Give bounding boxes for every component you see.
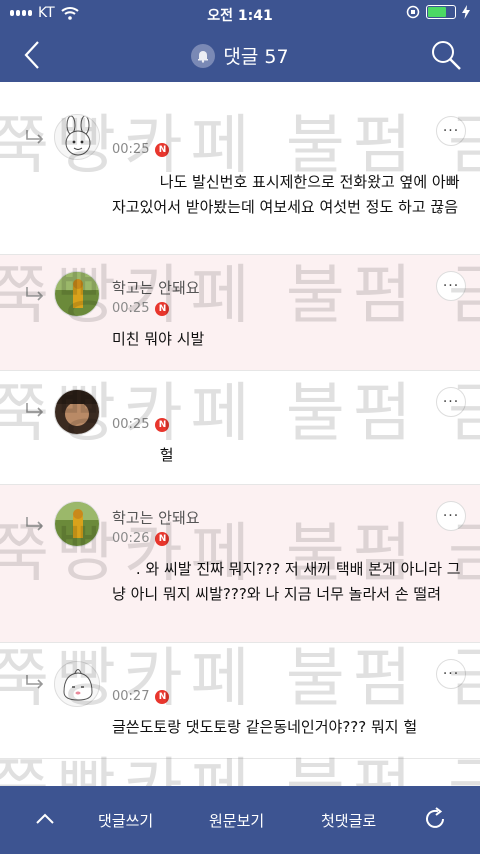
comment-author[interactable]: 학고는 안돼요 [112, 277, 200, 298]
comment-meta: 00:25 N [112, 142, 170, 157]
status-bar: KT 오전 1:41 [0, 0, 480, 28]
comment-text: 나도 발신번호 표시제한으로 전화왔고 옆에 아빠 자고있어서 받아봤는데 여보… [112, 173, 465, 216]
new-badge: N [155, 417, 170, 432]
comment-time: 00:25 [112, 142, 150, 157]
avatar[interactable] [54, 389, 100, 435]
comment-author[interactable]: 학고는 안돼요 [112, 507, 200, 528]
more-options-button[interactable]: ··· [436, 501, 466, 531]
comment-meta: 00:25 N [112, 417, 170, 432]
reply-arrow-icon [26, 517, 44, 531]
refresh-icon[interactable] [422, 806, 448, 832]
bottom-toolbar: 댓글쓰기 원문보기 첫댓글로 [0, 786, 480, 854]
more-options-button[interactable]: ··· [436, 387, 466, 417]
page-title: 댓글 57 [223, 46, 289, 68]
comment-meta: 00:25 N [112, 301, 170, 316]
new-badge: N [155, 689, 170, 704]
avatar[interactable] [54, 114, 100, 160]
comment-time: 00:25 [112, 301, 150, 316]
top-navigation-bar: 댓글 57 [0, 28, 480, 82]
new-badge: N [155, 142, 170, 157]
comment-text: . 와 씨발 진짜 뭐지??? 저 새끼 택배 본게 아니라 그냥 아니 뭐지 … [112, 560, 461, 603]
comment-time: 00:27 [112, 689, 150, 704]
avatar[interactable] [54, 661, 100, 707]
comment-time: 00:25 [112, 417, 150, 432]
comment-item: 학고는 안돼요 00:26 N . 와 씨발 진짜 뭐지??? 저 새끼 택배 … [0, 485, 480, 643]
header-title-group: 댓글 57 [0, 42, 480, 69]
comment-item: 학고는 안돼요 00:25 N 미친 뭐야 시발 ··· [0, 255, 480, 371]
avatar[interactable] [54, 501, 100, 547]
view-original-button[interactable]: 원문보기 [209, 810, 264, 831]
comment-meta: 00:26 N [112, 531, 170, 546]
comment-list[interactable]: 00:25 N 나도 발신번호 표시제한으로 전화왔고 옆에 아빠 자고있어서 … [0, 82, 480, 786]
search-icon[interactable] [430, 39, 462, 71]
reply-arrow-icon [26, 675, 44, 689]
first-comment-button[interactable]: 첫댓글로 [321, 810, 376, 831]
scroll-up-icon[interactable] [34, 808, 56, 830]
more-options-button[interactable]: ··· [436, 116, 466, 146]
reply-arrow-icon [26, 287, 44, 301]
comment-text: 글쓴도토랑 댓도토랑 같은동네인거야??? 뭐지 헐 [112, 718, 418, 736]
reply-arrow-icon [26, 403, 44, 417]
write-comment-button[interactable]: 댓글쓰기 [98, 810, 153, 831]
charging-icon [462, 5, 470, 19]
battery-icon [426, 5, 456, 19]
new-badge: N [155, 531, 170, 546]
reply-arrow-icon [26, 130, 44, 144]
comment-text: 헐 [112, 446, 174, 464]
more-options-button[interactable]: ··· [436, 271, 466, 301]
avatar[interactable] [54, 271, 100, 317]
comment-item: 00:27 N 글쓴도토랑 댓도토랑 같은동네인거야??? 뭐지 헐 ··· [0, 643, 480, 759]
bell-icon[interactable] [191, 43, 216, 68]
comment-item: 00:25 N 나도 발신번호 표시제한으로 전화왔고 옆에 아빠 자고있어서 … [0, 100, 480, 255]
comment-text: 미친 뭐야 시발 [112, 330, 205, 348]
comment-time: 00:26 [112, 531, 150, 546]
new-badge: N [155, 301, 170, 316]
status-right [406, 5, 470, 19]
orientation-lock-icon [406, 5, 420, 19]
comment-meta: 00:27 N [112, 689, 170, 704]
comment-item: 00:25 N 헐 ··· [0, 371, 480, 485]
more-options-button[interactable]: ··· [436, 659, 466, 689]
